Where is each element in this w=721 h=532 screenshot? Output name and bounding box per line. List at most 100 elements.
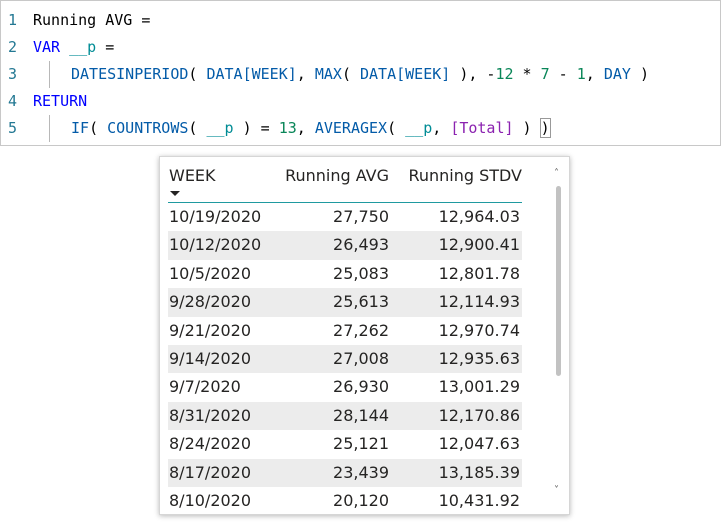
code-token: DAY <box>603 65 631 83</box>
code-token: ( <box>387 119 406 137</box>
vertical-scrollbar[interactable]: ˄ ˅ <box>552 161 566 501</box>
code-token: , <box>585 65 604 83</box>
cell-running-avg: 25,613 <box>333 292 389 312</box>
code-token: - <box>549 65 577 83</box>
code-token: ( <box>341 65 360 83</box>
table-header: WEEK Running AVG Running STDV <box>168 157 522 203</box>
cell-running-stdv: 12,964.03 <box>438 207 520 226</box>
code-token: __p <box>405 119 433 137</box>
table-row[interactable]: 10/5/2020 25,083 12,801.78 <box>168 260 522 288</box>
sort-descending-icon[interactable] <box>170 191 180 196</box>
code-token: COUNTROWS <box>107 119 189 137</box>
code-token: ( <box>188 119 207 137</box>
code-token: RETURN <box>33 92 88 110</box>
code-token: 1 <box>576 65 586 83</box>
table-row[interactable]: 8/10/2020 20,120 10,431.92 <box>168 487 522 514</box>
cell-week: 10/12/2020 <box>169 235 262 255</box>
code-token: * <box>513 65 541 83</box>
code-token: DATA[WEEK] <box>206 65 297 83</box>
code-token: IF <box>71 119 90 137</box>
cell-running-stdv: 12,900.41 <box>438 235 520 255</box>
code-token: ), - <box>450 65 496 83</box>
column-header-running-avg[interactable]: Running AVG <box>285 166 389 185</box>
cell-week: 8/31/2020 <box>169 405 252 425</box>
code-token: 13 <box>278 119 297 137</box>
cell-running-stdv: 12,801.78 <box>438 263 520 283</box>
code-token: VAR <box>33 38 61 56</box>
code-token: 12 <box>495 65 514 83</box>
table-row[interactable]: 8/24/2020 25,121 12,047.63 <box>168 430 522 458</box>
table-body: 10/19/2020 27,750 12,964.03 10/12/2020 26,49… <box>168 203 522 514</box>
cell-running-stdv: 10,431.92 <box>438 490 520 510</box>
line-number: 1 <box>8 11 18 29</box>
table-row[interactable]: 8/31/2020 28,144 12,170.86 <box>168 401 522 431</box>
cell-running-stdv: 12,970.74 <box>438 320 520 340</box>
cell-running-avg: 23,439 <box>333 462 389 482</box>
table-row[interactable]: 9/28/2020 25,613 12,114.93 <box>168 288 522 317</box>
cell-running-stdv: 12,170.86 <box>438 405 520 425</box>
code-token: 7 <box>540 65 550 83</box>
cell-week: 10/5/2020 <box>169 263 252 283</box>
line-number: 5 <box>8 119 18 137</box>
scrollbar-thumb[interactable] <box>556 186 561 376</box>
code-text: IF( COUNTROWS( __p ) = 13, AVERAGEX( __p… <box>71 115 551 142</box>
table-row[interactable]: 8/17/2020 23,439 13,185.39 <box>168 458 522 487</box>
code-token: DATA[WEEK] <box>360 65 451 83</box>
line-number: 2 <box>8 38 18 56</box>
indent-guide <box>49 115 50 142</box>
code-text: DATESINPERIOD( DATA[WEEK], MAX( DATA[WEE… <box>71 61 649 88</box>
cell-running-stdv: 12,935.63 <box>438 348 520 368</box>
code-token: , <box>432 119 451 137</box>
cell-running-avg: 28,144 <box>333 405 389 425</box>
cell-running-avg: 25,121 <box>333 434 389 454</box>
column-header-week[interactable]: WEEK <box>169 166 216 185</box>
code-token: MAX <box>314 65 342 83</box>
cell-week: 9/21/2020 <box>169 320 252 340</box>
cell-running-avg: 27,008 <box>333 348 389 368</box>
code-token: [Total] <box>450 119 514 137</box>
cell-running-avg: 25,083 <box>333 263 389 283</box>
code-token: ( <box>188 65 207 83</box>
column-header-running-stdv[interactable]: Running STDV <box>408 166 522 185</box>
cell-running-avg: 26,930 <box>333 377 389 397</box>
dax-code-editor[interactable]: 1 Running AVG = 2 VAR __p = 3 DATESINPERIOD( … <box>0 0 721 146</box>
cell-running-stdv: 12,114.93 <box>438 292 520 312</box>
cell-week: 8/24/2020 <box>169 434 252 454</box>
code-token: Running AVG = <box>33 11 151 29</box>
table-visual[interactable]: WEEK Running AVG Running STDV 10/19/2020… <box>159 156 570 515</box>
scroll-down-icon[interactable]: ˅ <box>554 486 559 496</box>
table-row[interactable]: 9/21/2020 27,262 12,970.74 <box>168 317 522 345</box>
code-token: ) <box>630 65 649 83</box>
scroll-up-icon[interactable]: ˄ <box>554 169 559 179</box>
code-text: Running AVG = <box>33 7 150 34</box>
cell-running-avg: 26,493 <box>333 235 389 255</box>
line-number: 3 <box>8 65 18 83</box>
cell-week: 9/7/2020 <box>169 377 241 397</box>
cell-running-stdv: 13,001.29 <box>438 377 520 397</box>
cell-week: 8/17/2020 <box>169 462 252 482</box>
indent-guide <box>49 61 50 88</box>
table-row[interactable]: 9/7/2020 26,930 13,001.29 <box>168 373 522 401</box>
cell-week: 9/28/2020 <box>169 292 252 312</box>
code-text: RETURN <box>33 88 87 115</box>
code-token: ) <box>539 118 551 138</box>
cell-running-stdv: 12,047.63 <box>438 434 520 454</box>
cell-running-stdv: 13,185.39 <box>438 462 520 482</box>
code-token: , <box>296 119 315 137</box>
code-text: VAR __p = <box>33 34 114 61</box>
table-row[interactable]: 10/19/2020 27,750 12,964.03 <box>168 203 522 231</box>
code-token: , <box>296 65 315 83</box>
cell-week: 8/10/2020 <box>169 490 252 510</box>
code-token: __p <box>206 119 234 137</box>
code-token: ( <box>89 119 108 137</box>
cell-week: 10/19/2020 <box>169 207 262 226</box>
cell-running-avg: 20,120 <box>333 490 389 510</box>
code-token: __p <box>69 38 97 56</box>
code-token: DATESINPERIOD <box>71 65 189 83</box>
cell-week: 9/14/2020 <box>169 348 252 368</box>
table-row[interactable]: 10/12/2020 26,493 12,900.41 <box>168 231 522 260</box>
table-row[interactable]: 9/14/2020 27,008 12,935.63 <box>168 344 522 374</box>
line-number: 4 <box>8 92 18 110</box>
cell-running-avg: 27,262 <box>333 320 389 340</box>
